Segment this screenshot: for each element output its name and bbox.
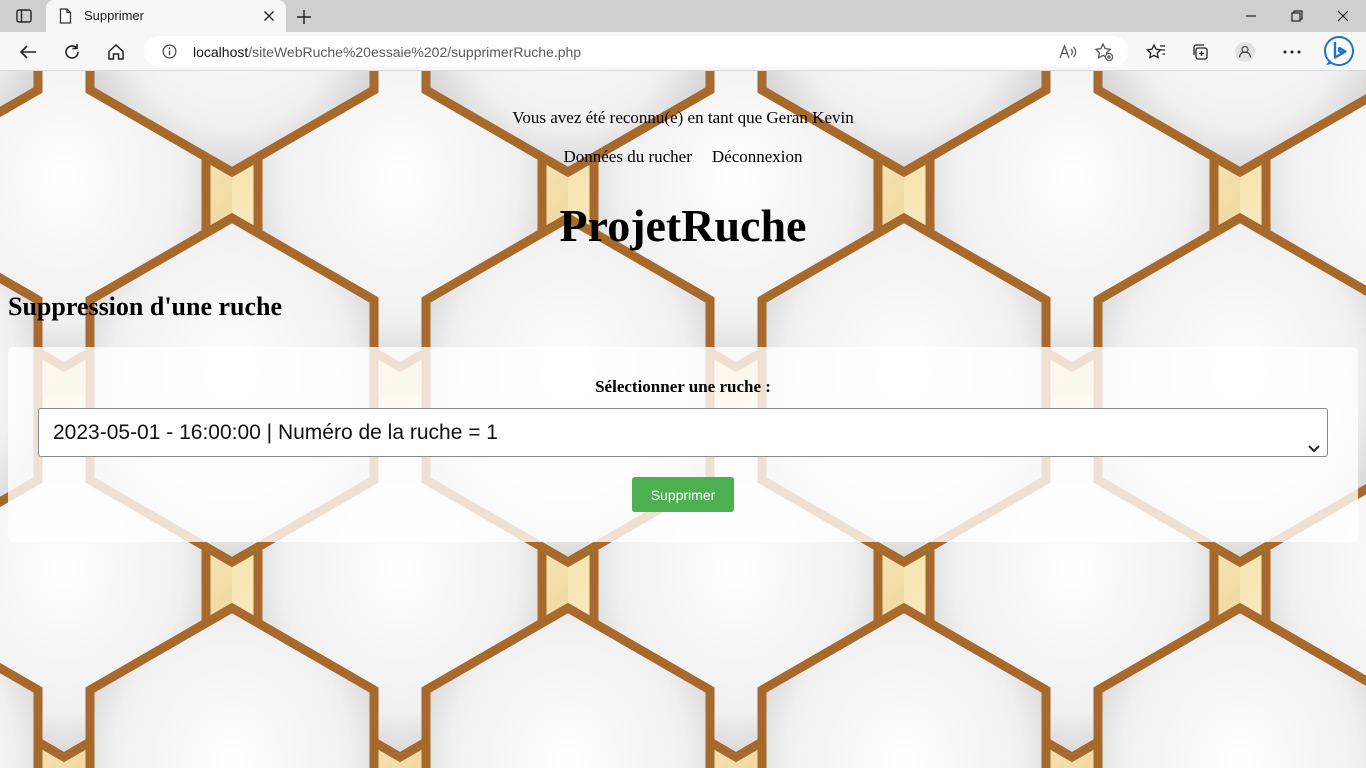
menu-link-deconnexion[interactable]: Déconnexion: [712, 147, 803, 167]
profile-icon[interactable]: [1230, 37, 1260, 67]
welcome-message: Vous avez été reconnu(e) en tant que Ger…: [512, 108, 854, 127]
page-viewport: Vous avez été reconnu(e) en tant que Ger…: [0, 71, 1366, 768]
bing-copilot-icon[interactable]: [1322, 34, 1356, 68]
url-path: /siteWebRuche%20essaie%202/supprimerRuch…: [248, 44, 582, 60]
browser-toolbar: localhost/siteWebRuche%20essaie%202/supp…: [0, 32, 1366, 71]
new-tab-icon[interactable]: [293, 6, 315, 28]
chevron-down-icon: [1307, 425, 1321, 453]
address-bar[interactable]: localhost/siteWebRuche%20essaie%202/supp…: [144, 36, 1128, 67]
back-icon[interactable]: [13, 37, 43, 67]
close-tab-icon[interactable]: [260, 7, 278, 25]
home-icon[interactable]: [101, 37, 131, 67]
main-menu: Données du rucher Déconnexion: [0, 147, 1366, 167]
address-url: localhost/siteWebRuche%20essaie%202/supp…: [193, 44, 581, 60]
page-icon: [59, 8, 72, 29]
tab-title: Supprimer: [84, 8, 144, 23]
favorites-icon[interactable]: [1141, 37, 1171, 67]
delete-hive-form: Sélectionner une ruche : 2023-05-01 - 16…: [8, 347, 1358, 542]
reload-icon[interactable]: [57, 37, 87, 67]
read-aloud-icon[interactable]: [1058, 42, 1078, 62]
browser-tab-active[interactable]: Supprimer: [46, 0, 286, 32]
site-title: ProjetRuche: [559, 200, 807, 251]
url-host: localhost: [193, 44, 249, 60]
more-options-icon[interactable]: [1277, 37, 1307, 67]
browser-tab-bar: Supprimer: [0, 0, 1366, 32]
page-heading: Suppression d'une ruche: [8, 292, 283, 321]
restore-icon[interactable]: [1274, 0, 1320, 32]
minimize-icon[interactable]: [1228, 0, 1274, 32]
tab-actions-icon[interactable]: [10, 6, 38, 26]
select-hive-label: Sélectionner une ruche :: [595, 377, 771, 396]
menu-link-donnees-rucher[interactable]: Données du rucher: [563, 147, 691, 167]
collections-icon[interactable]: [1185, 37, 1215, 67]
hive-select[interactable]: 2023-05-01 - 16:00:00 | Numéro de la ruc…: [38, 408, 1328, 457]
delete-button[interactable]: Supprimer: [632, 477, 734, 512]
page-content: Vous avez été reconnu(e) en tant que Ger…: [0, 71, 1366, 768]
site-info-icon[interactable]: [162, 44, 177, 64]
close-window-icon[interactable]: [1320, 0, 1366, 32]
selected-hive-option: 2023-05-01 - 16:00:00 | Numéro de la ruc…: [53, 421, 498, 444]
add-favorite-icon[interactable]: [1094, 42, 1114, 62]
